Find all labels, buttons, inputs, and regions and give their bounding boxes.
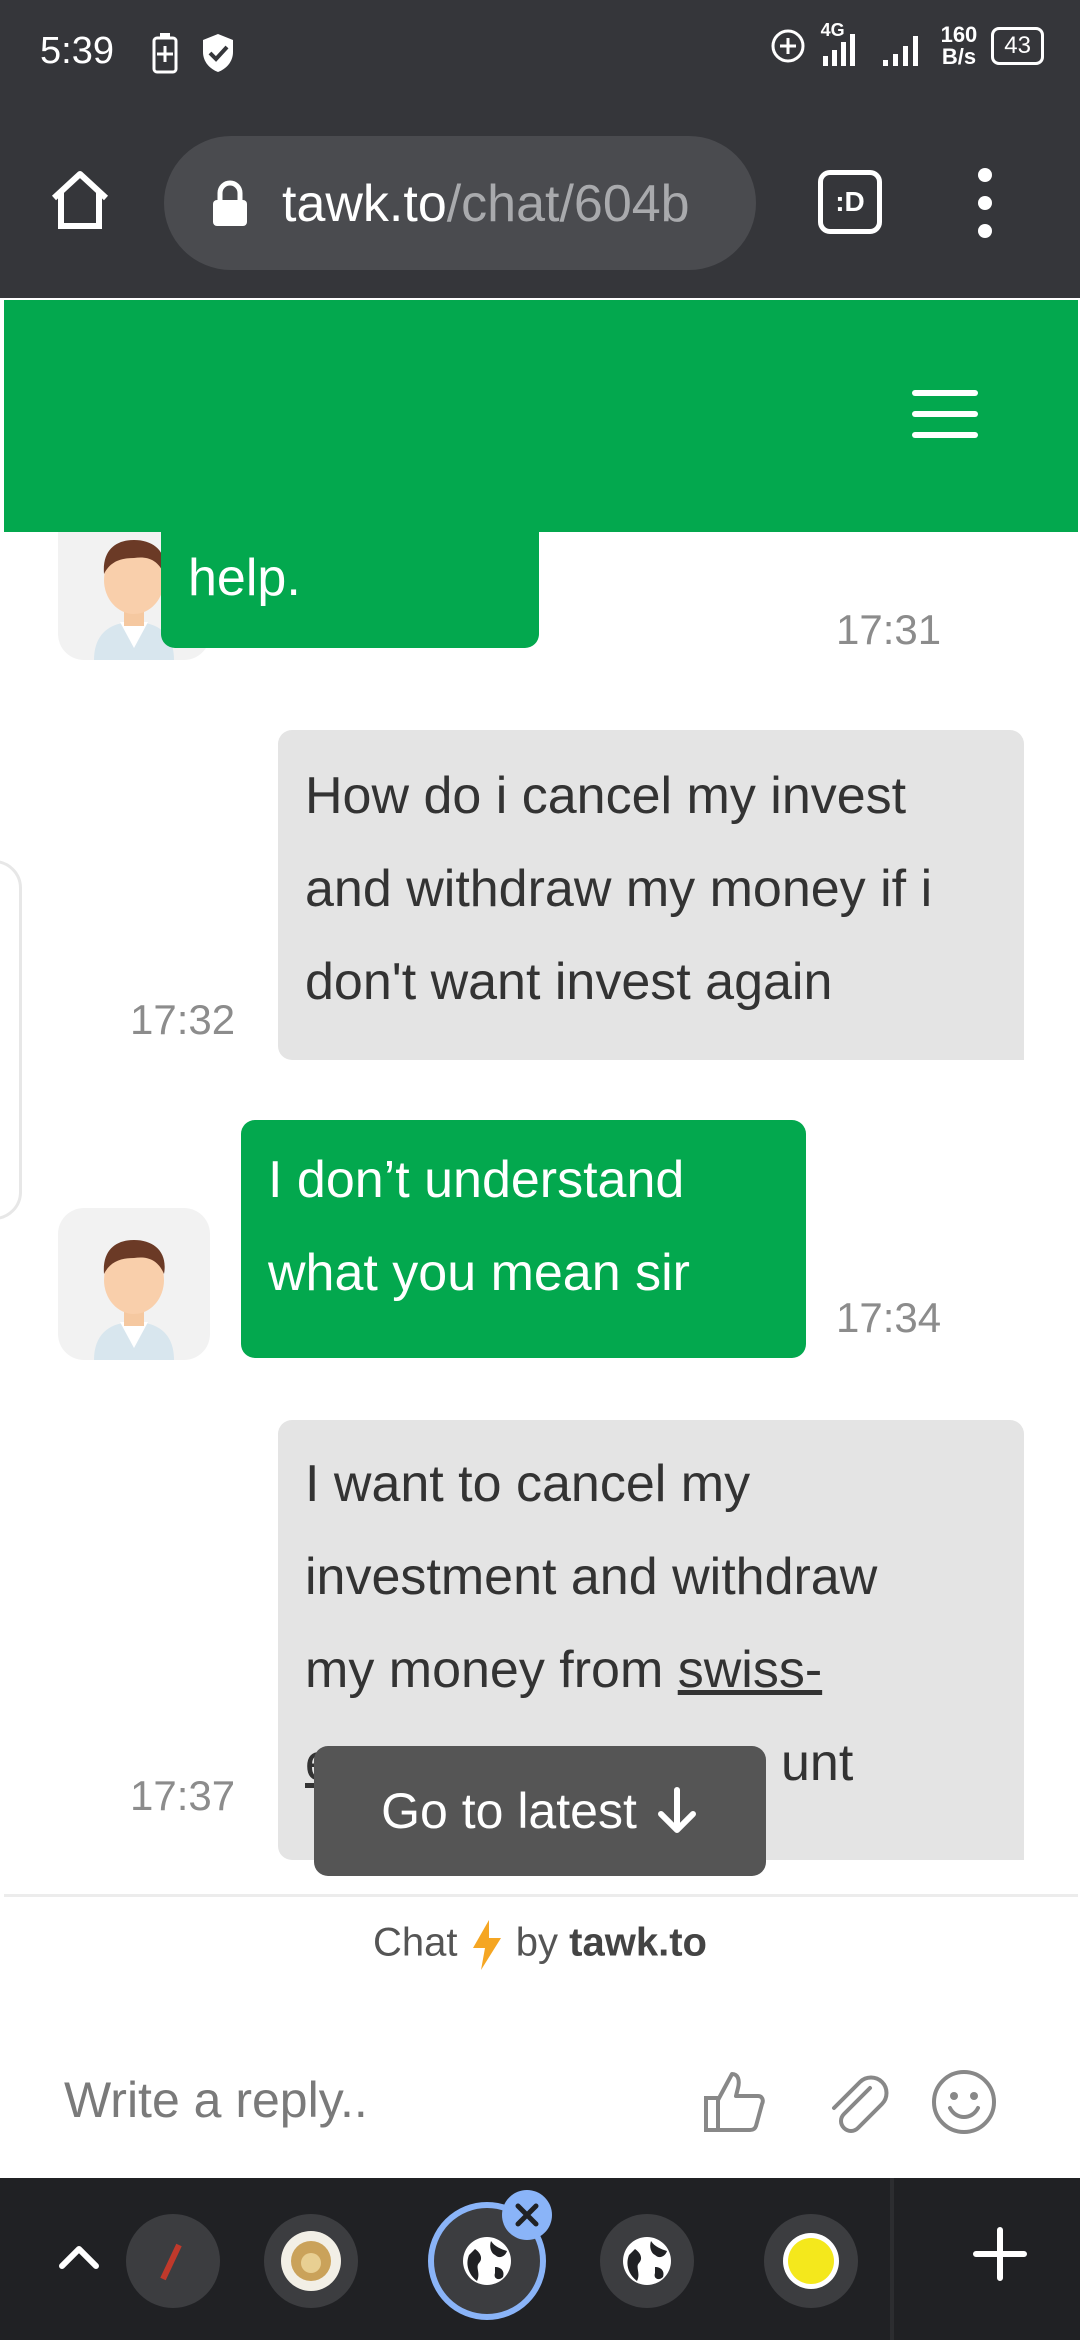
chat-header [4,300,1078,532]
status-time: 5:39 [40,30,114,72]
lion-logo-icon [281,2231,341,2291]
status-right: 4G 160 B/s 43 [769,20,1044,68]
lock-icon[interactable] [210,180,250,228]
close-tab-icon[interactable] [502,2190,552,2240]
thumbs-up-icon[interactable] [698,2066,770,2138]
agent-message-line: what you mean sir [268,1244,690,1302]
footer-divider [4,1894,1078,1897]
visitor-message-text: my money from [305,1641,678,1699]
message-time: 17:34 [836,1294,942,1341]
more-menu-icon[interactable] [970,168,1000,238]
visitor-message-bubble: How do i cancel my invest and withdraw m… [278,730,1024,1060]
close-icon [515,2203,539,2227]
network-speed: 160 B/s [941,24,978,68]
status-left-icons [152,32,236,74]
agent-avatar-icon [94,1240,174,1360]
url-text[interactable]: tawk.to/chat/604b [282,174,690,234]
tab-favicon-icon [160,2243,182,2281]
powered-brand: tawk.to [569,1920,707,1965]
signal-icon-2 [882,36,918,66]
visitor-message-line: I want to cancel my [305,1455,751,1513]
message-time: 17:31 [836,606,942,653]
agent-avatar [58,1208,210,1360]
chevron-up-icon[interactable] [52,2230,106,2284]
visitor-message-line: How do i cancel my invest [305,767,907,825]
signal-4g: 4G [821,20,865,68]
agent-message-line: I don’t understand [268,1151,685,1209]
hamburger-menu-icon[interactable] [912,390,978,438]
data-saver-icon [771,29,805,63]
message-time: 17:37 [130,1772,236,1819]
emoji-icon[interactable] [928,2066,1000,2138]
visitor-message-text-partial: unt [781,1734,854,1792]
powered-by-label: by [515,1920,559,1965]
tab-favicon-partial[interactable] [126,2214,220,2308]
message-time: 17:32 [130,996,236,1043]
message-link[interactable]: swiss- [678,1641,822,1699]
agent-message-bubble: I don’t understand what you mean sir [241,1120,806,1358]
visitor-message-line-with-link: my money from swiss- [305,1624,997,1717]
shield-icon [203,34,233,72]
globe-icon [623,2237,671,2285]
url-bar[interactable]: tawk.to/chat/604b [164,136,756,270]
arrow-down-icon [657,1787,696,1833]
yellow-circle-icon [783,2233,839,2289]
home-icon[interactable] [46,166,114,234]
visitor-message-line: investment and withdraw [305,1548,878,1606]
message-list[interactable]: help. 17:31 How do i cancel my invest an… [4,532,1078,1894]
status-bar: 5:39 4G 160 B/s 43 [0,0,1080,110]
battery-saver-icon [152,33,178,74]
tab-favicon-yellow[interactable] [764,2214,858,2308]
url-path: /chat/604b [446,175,690,233]
signal-icon [822,34,855,66]
agent-message-bubble: help. [161,532,539,648]
visitor-message-line: don't want invest again [305,953,833,1011]
speed-value: 160 [940,22,978,47]
battery-indicator: 43 [991,27,1044,65]
speed-unit: B/s [941,44,977,69]
tab-switcher-button[interactable]: :D [818,170,882,234]
side-pull-tab[interactable] [0,860,22,1220]
go-to-latest-label: Go to latest [381,1783,637,1839]
tab-favicon-lion[interactable] [264,2214,358,2308]
agent-message-text: help. [188,549,301,607]
tab-strip-divider [890,2178,894,2340]
tab-favicon-globe[interactable] [600,2214,694,2308]
go-to-latest-button[interactable]: Go to latest [314,1746,766,1876]
browser-toolbar: tawk.to/chat/604b :D [0,110,1080,298]
new-tab-plus-icon[interactable] [972,2226,1028,2282]
powered-chat-label: Chat [373,1920,458,1965]
reply-input[interactable] [64,2060,624,2140]
browser-tab-strip [0,2178,1080,2340]
reply-area [4,2020,1078,2180]
lightning-icon [472,1920,501,1970]
visitor-message-line: and withdraw my money if i [305,860,933,918]
globe-icon [463,2237,511,2285]
powered-by[interactable]: Chat by tawk.to [0,1918,1080,1972]
url-domain: tawk.to [282,175,447,233]
attachment-icon[interactable] [820,2066,892,2138]
